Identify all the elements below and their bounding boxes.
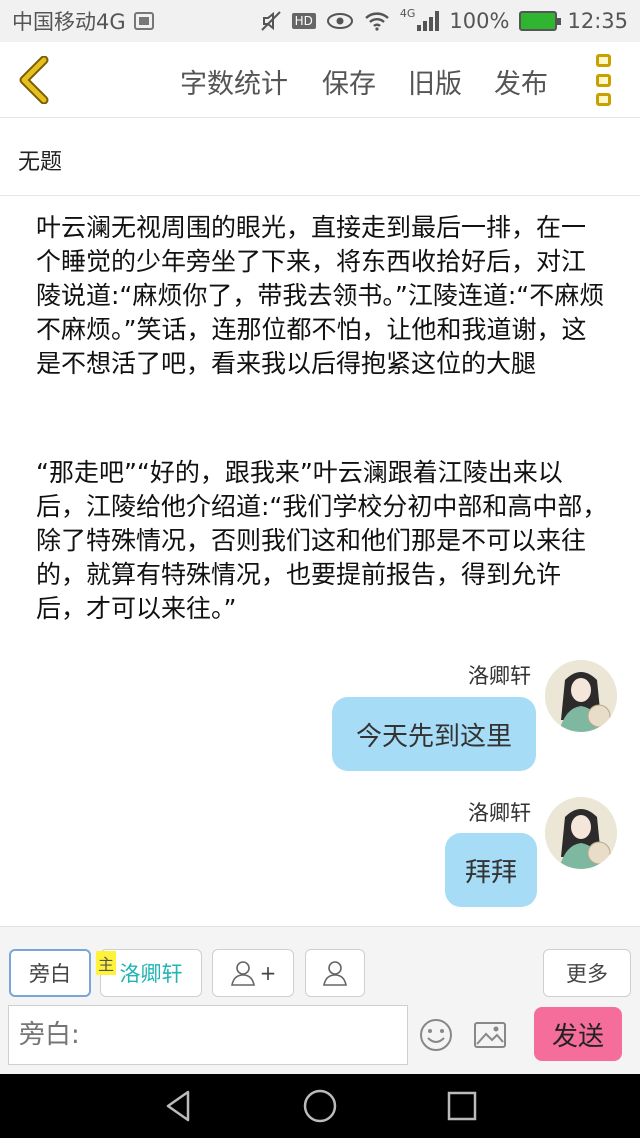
send-button[interactable]: 发送 <box>534 1007 622 1061</box>
role-icon <box>323 961 347 986</box>
message-sender-name: 洛卿轩 <box>468 664 531 688</box>
carrier-label: 中国移动4G <box>12 10 126 34</box>
add-role-plus: + <box>259 961 277 985</box>
character-chip-label: 洛卿轩 <box>119 962 183 986</box>
nav-home-icon[interactable] <box>302 1088 338 1124</box>
nav-recent-icon[interactable] <box>444 1088 480 1124</box>
narration-paragraph[interactable]: “那走吧”“好的，跟我来”叶云澜跟着江陵出来以后，江陵给他介绍道:“我们学校分初… <box>36 456 608 626</box>
old-version-button[interactable]: 旧版 <box>408 62 462 101</box>
publish-button[interactable]: 发布 <box>494 62 548 101</box>
system-navigation-bar <box>0 1074 640 1138</box>
eye-icon <box>326 13 353 29</box>
add-role-button[interactable]: + <box>212 949 294 997</box>
editor-toolbar: 字数统计 保存 旧版 发布 <box>0 42 640 118</box>
hd-badge: HD <box>291 13 316 29</box>
message-sender-name: 洛卿轩 <box>468 801 531 825</box>
back-chevron-icon[interactable] <box>14 56 54 104</box>
more-dots-icon[interactable] <box>596 54 614 106</box>
avatar[interactable] <box>545 797 617 869</box>
battery-percent: 100% <box>449 9 510 33</box>
battery-icon <box>519 11 562 31</box>
title-row[interactable]: 无题 <box>0 118 640 196</box>
avatar[interactable] <box>545 660 617 732</box>
message-input[interactable] <box>8 1005 408 1065</box>
narration-chip[interactable]: 旁白 <box>9 949 91 997</box>
network-type-label: 4G <box>399 6 416 20</box>
add-role-icon <box>230 961 255 986</box>
character-portrait-icon <box>545 660 617 732</box>
signal-icon <box>417 11 440 31</box>
gallery-notification-icon <box>133 12 154 30</box>
document-title[interactable]: 无题 <box>18 144 62 176</box>
mute-icon <box>260 11 281 31</box>
save-button[interactable]: 保存 <box>322 62 376 101</box>
emoji-icon[interactable] <box>418 1017 454 1053</box>
more-button[interactable]: 更多 <box>543 949 631 997</box>
master-tag: 主 <box>96 951 117 975</box>
status-bar: 中国移动4G HD 4G 100% 12:35 <box>0 0 640 42</box>
role-button[interactable] <box>305 949 365 997</box>
nav-back-icon[interactable] <box>160 1088 196 1124</box>
compose-panel: 旁白 洛卿轩 主 + 更多 发送 <box>0 926 640 1074</box>
wifi-icon <box>365 12 389 31</box>
message-bubble[interactable]: 拜拜 <box>445 833 537 907</box>
clock: 12:35 <box>567 9 628 33</box>
message-bubble[interactable]: 今天先到这里 <box>332 697 536 771</box>
word-count-button[interactable]: 字数统计 <box>180 62 288 101</box>
narration-paragraph[interactable]: 叶云澜无视周围的眼光，直接走到最后一排，在一个睡觉的少年旁坐了下来，将东西收拾好… <box>36 211 608 381</box>
image-icon[interactable] <box>472 1017 508 1053</box>
character-portrait-icon <box>545 797 617 869</box>
